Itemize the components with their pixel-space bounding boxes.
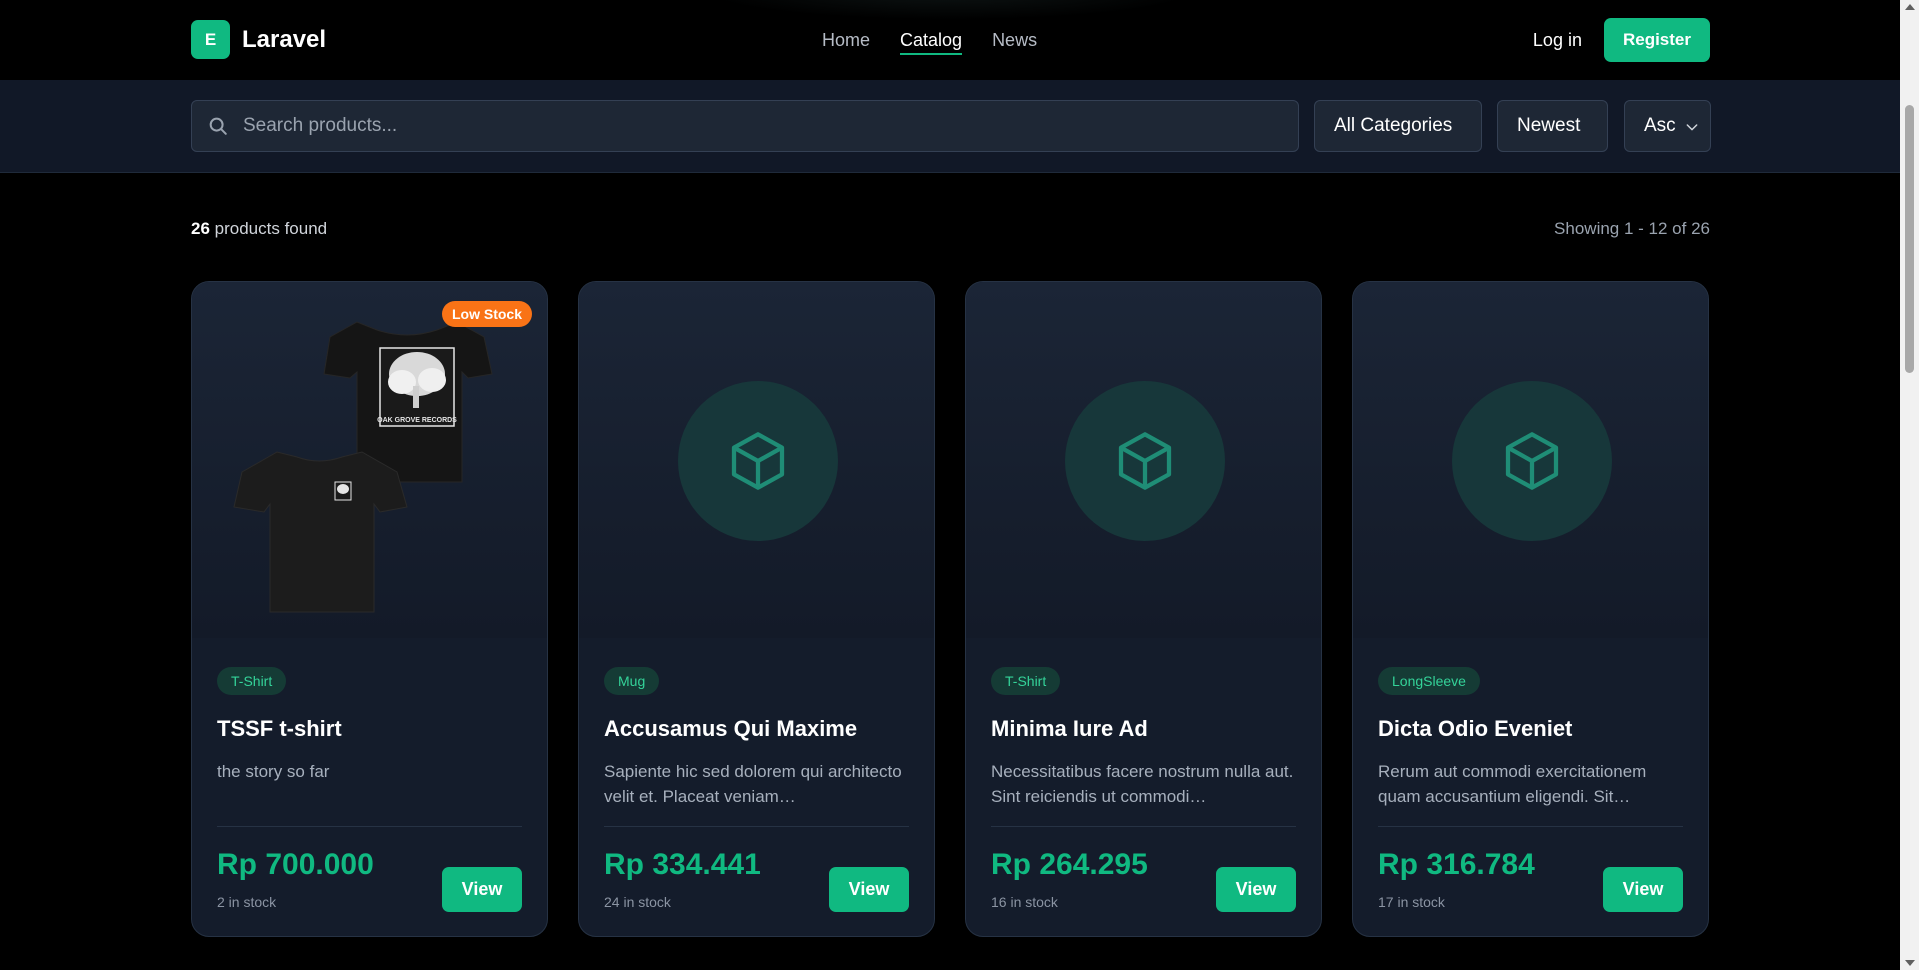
view-button[interactable]: View: [442, 867, 522, 912]
register-button[interactable]: Register: [1603, 18, 1710, 62]
view-button[interactable]: View: [829, 867, 909, 912]
image-placeholder: [678, 381, 838, 541]
category-tag: T-Shirt: [217, 667, 287, 695]
scroll-down-arrow-icon[interactable]: [1905, 960, 1915, 966]
product-description: Sapiente hic sed dolorem qui architecto …: [604, 762, 902, 806]
product-card[interactable]: OAK GROVE RECORDS Low Stock T-Shirt TSSF…: [191, 281, 548, 937]
product-image: [579, 282, 934, 638]
page-scrollbar[interactable]: [1900, 0, 1919, 970]
category-select[interactable]: All Categories: [1314, 100, 1482, 152]
results-count-number: 26: [191, 219, 210, 238]
brand-mark: E: [191, 20, 230, 59]
scrollbar-thumb[interactable]: [1905, 105, 1914, 373]
product-image: [1353, 282, 1708, 638]
tshirt-image: OAK GROVE RECORDS: [233, 321, 493, 613]
product-price: Rp 334.441: [604, 848, 761, 881]
direction-select[interactable]: Asc: [1624, 100, 1711, 152]
category-select-value: All Categories: [1334, 115, 1453, 136]
product-description: the story so far: [217, 762, 330, 781]
nav-news[interactable]: News: [992, 30, 1037, 55]
card-divider: [604, 826, 909, 827]
product-image: [966, 282, 1321, 638]
product-title[interactable]: Minima Iure Ad: [991, 716, 1148, 742]
card-divider: [991, 826, 1296, 827]
login-link[interactable]: Log in: [1533, 30, 1582, 51]
product-price: Rp 316.784: [1378, 848, 1535, 881]
product-title[interactable]: Dicta Odio Eveniet: [1378, 716, 1572, 742]
product-stock: 16 in stock: [991, 894, 1058, 910]
brand-logo[interactable]: E Laravel: [191, 20, 326, 59]
main-nav: Home Catalog News: [822, 30, 1037, 55]
category-tag: Mug: [604, 667, 660, 695]
product-card[interactable]: Mug Accusamus Qui Maxime Sapiente hic se…: [578, 281, 935, 937]
product-price: Rp 700.000: [217, 848, 374, 881]
box-icon: [731, 432, 785, 490]
svg-text:OAK GROVE RECORDS: OAK GROVE RECORDS: [377, 417, 457, 424]
scroll-up-arrow-icon[interactable]: [1905, 4, 1915, 10]
direction-select-value: Asc: [1644, 115, 1676, 136]
page: E Laravel Home Catalog News Log in Regis…: [0, 0, 1900, 970]
results-count: 26 products found: [191, 219, 327, 239]
product-title[interactable]: TSSF t-shirt: [217, 716, 342, 742]
product-stock: 17 in stock: [1378, 894, 1445, 910]
product-description: Necessitatibus facere nostrum nulla aut.…: [991, 762, 1294, 806]
top-navbar: E Laravel Home Catalog News Log in Regis…: [0, 0, 1900, 80]
product-title[interactable]: Accusamus Qui Maxime: [604, 716, 857, 742]
image-placeholder: [1065, 381, 1225, 541]
nav-catalog[interactable]: Catalog: [900, 30, 963, 55]
product-grid: OAK GROVE RECORDS Low Stock T-Shirt TSSF…: [191, 281, 1709, 937]
box-icon: [1505, 432, 1559, 490]
auth-actions: Log in Register: [1533, 18, 1710, 62]
category-tag: LongSleeve: [1378, 667, 1480, 695]
product-description: Rerum aut commodi exercitationem quam ac…: [1378, 762, 1647, 806]
view-button[interactable]: View: [1216, 867, 1296, 912]
box-icon: [1118, 432, 1172, 490]
nav-home[interactable]: Home: [822, 30, 870, 55]
image-placeholder: [1452, 381, 1612, 541]
results-count-suffix: products found: [209, 219, 328, 238]
search-icon: [209, 117, 227, 135]
results-showing: Showing 1 - 12 of 26: [1554, 219, 1710, 238]
product-image: OAK GROVE RECORDS Low Stock: [192, 282, 547, 638]
filter-bar: Search products... All Categories Newest…: [0, 80, 1900, 173]
search-input[interactable]: Search products...: [191, 100, 1299, 152]
low-stock-badge: Low Stock: [441, 301, 532, 327]
card-divider: [1378, 826, 1683, 827]
product-stock: 2 in stock: [217, 894, 277, 910]
sort-select-value: Newest: [1517, 115, 1581, 136]
chevron-down-icon: [1686, 124, 1698, 131]
product-card[interactable]: LongSleeve Dicta Odio Eveniet Rerum aut …: [1352, 281, 1709, 937]
header-glow: [700, 0, 1200, 20]
view-button[interactable]: View: [1603, 867, 1683, 912]
product-card[interactable]: T-Shirt Minima Iure Ad Necessitatibus fa…: [965, 281, 1322, 937]
category-tag: T-Shirt: [991, 667, 1061, 695]
search-placeholder: Search products...: [243, 115, 398, 136]
product-stock: 24 in stock: [604, 894, 671, 910]
sort-select[interactable]: Newest: [1497, 100, 1608, 152]
brand-name: Laravel: [242, 25, 327, 53]
product-price: Rp 264.295: [991, 848, 1148, 881]
card-divider: [217, 826, 522, 827]
